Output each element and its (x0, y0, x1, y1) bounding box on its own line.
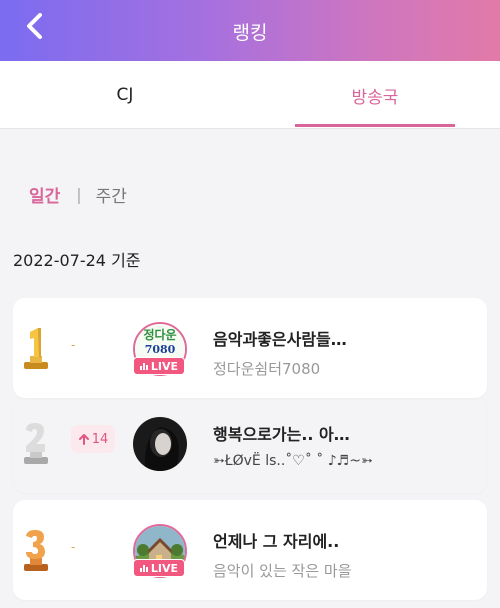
arrow-up-icon (78, 434, 89, 445)
period-separator: | (76, 184, 82, 204)
station-name: 정다운쉼터7080 (213, 360, 321, 378)
tab-cj[interactable]: CJ (45, 61, 205, 129)
rank-2-trophy-icon (24, 423, 48, 464)
date-label: 2022-07-24 기준 (13, 251, 141, 270)
station-name: 음악이 있는 작은 마을 (213, 562, 352, 580)
avatar-text-1: 정다운 (143, 327, 176, 342)
avatar-text-2: 7080 (145, 343, 176, 356)
rank-change-value: 14 (91, 431, 109, 447)
page-title: 랭킹 (232, 22, 268, 44)
broadcast-title: 음악과좋은사람들… (213, 330, 347, 349)
rank-change: - (71, 338, 76, 352)
broadcast-title: 행복으로가는.. 아… (213, 425, 350, 444)
station-avatar[interactable]: 정다운 7080 쉼터 LIVE (133, 322, 187, 376)
ranking-item-1[interactable]: - 정다운 7080 쉼터 LIVE 음악과좋은사람들… 정다운쉼터7080 (13, 298, 487, 398)
period-weekly[interactable]: 주간 (96, 182, 127, 207)
active-tab-indicator (295, 124, 455, 127)
ranking-item-3[interactable]: - LIVE 언제나 그 자리에.. 음악이 있는 작은 마을 (13, 500, 487, 600)
period-daily[interactable]: 일간 (29, 182, 60, 207)
tab-broadcast-station[interactable]: 방송국 (295, 61, 455, 129)
chevron-left-icon (27, 13, 42, 39)
avatar-image (133, 417, 187, 471)
rank-change-badge: 14 (71, 425, 115, 453)
station-avatar[interactable] (133, 417, 187, 471)
rank-change: - (71, 540, 76, 554)
header-bar: 랭킹 (0, 0, 500, 61)
live-label: LIVE (150, 561, 179, 575)
equalizer-icon (139, 362, 148, 370)
live-badge: LIVE (133, 559, 185, 577)
station-name: ➳ŁØvË ls..˚♡˚ ˚ ♪♬~➳ (213, 453, 373, 469)
live-badge: LIVE (133, 357, 185, 375)
equalizer-icon (139, 564, 148, 572)
back-button[interactable] (20, 10, 52, 42)
station-avatar[interactable]: LIVE (133, 524, 187, 578)
tab-bar: CJ 방송국 (0, 61, 500, 129)
rank-3-trophy-icon (24, 530, 48, 571)
live-label: LIVE (150, 359, 179, 373)
ranking-item-2[interactable]: 14 행복으로가는.. 아… ➳ŁØvË ls..˚♡˚ ˚ ♪♬~➳ (13, 393, 487, 493)
period-selector: 일간 | 주간 (29, 181, 127, 207)
broadcast-title: 언제나 그 자리에.. (213, 532, 340, 551)
rank-1-trophy-icon (24, 328, 48, 369)
